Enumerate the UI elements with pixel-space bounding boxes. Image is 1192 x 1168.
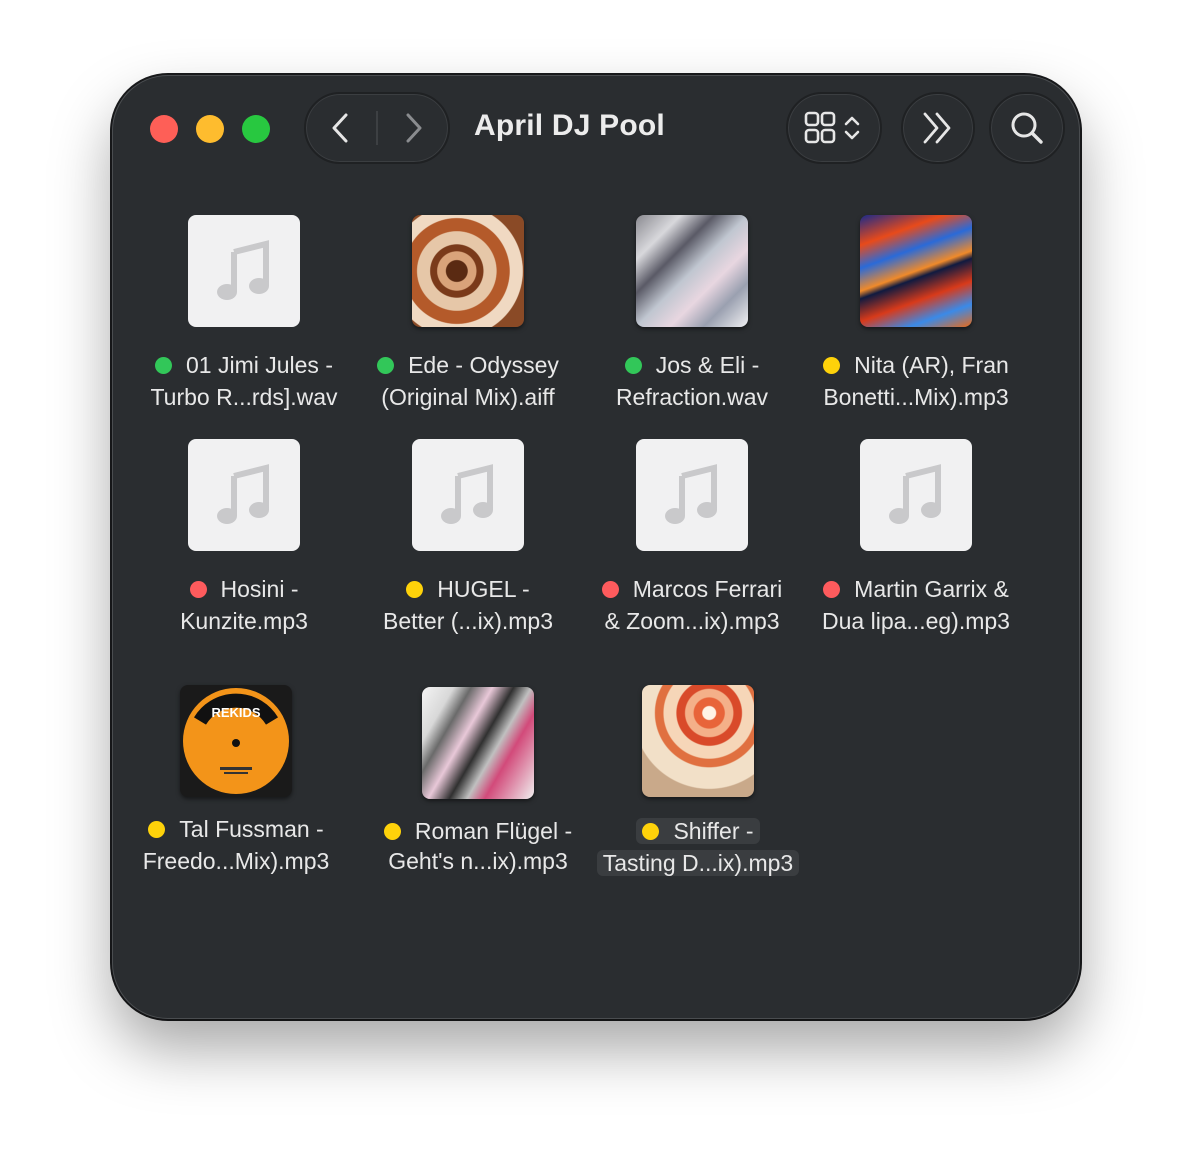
file-name: Jos & Eli - Refraction.wav bbox=[580, 349, 804, 413]
file-name-line1: 01 Jimi Jules - bbox=[186, 352, 333, 378]
file-name: Nita (AR), Fran Bonetti...Mix).mp3 bbox=[804, 349, 1028, 413]
search-button[interactable] bbox=[989, 92, 1065, 164]
file-name: Roman Flügel - Geht's n...ix).mp3 bbox=[366, 815, 590, 875]
file-name-line2: (Original Mix).aiff bbox=[381, 384, 555, 410]
file-name-line1: Shiffer - bbox=[673, 818, 754, 844]
file-name-line1: Tal Fussman - bbox=[179, 816, 324, 842]
red-tag-dot bbox=[823, 581, 841, 598]
red-tag-dot bbox=[189, 581, 207, 598]
file-name: 01 Jimi Jules - Turbo R...rds].wav bbox=[132, 349, 356, 413]
file-item[interactable]: HUGEL - Better (...ix).mp3 bbox=[356, 439, 580, 649]
file-name-line2: Turbo R...rds].wav bbox=[150, 384, 338, 410]
navigation-group bbox=[304, 92, 450, 164]
green-tag-dot bbox=[624, 357, 642, 374]
file-item[interactable]: Ede - Odyssey (Original Mix).aiff bbox=[356, 215, 580, 425]
toolbar: April DJ Pool bbox=[112, 75, 1080, 185]
more-toolbar-items-button[interactable] bbox=[901, 92, 975, 164]
file-name: Tal Fussman - Freedo...Mix).mp3 bbox=[124, 813, 348, 877]
file-name-line1: Ede - Odyssey bbox=[408, 352, 559, 378]
yellow-tag-dot bbox=[406, 581, 424, 598]
file-item[interactable]: Hosini - Kunzite.mp3 bbox=[132, 439, 356, 649]
audio-file-icon bbox=[188, 439, 300, 551]
close-button[interactable] bbox=[150, 115, 178, 143]
album-art-image: REKIDS bbox=[180, 685, 292, 797]
file-name-line2: Geht's n...ix).mp3 bbox=[388, 848, 568, 874]
file-item[interactable]: Jos & Eli - Refraction.wav bbox=[580, 215, 804, 425]
file-name-line1: Nita (AR), Fran bbox=[854, 352, 1009, 378]
file-name-line1: Marcos Ferrari bbox=[632, 576, 783, 602]
file-name-line2: Bonetti...Mix).mp3 bbox=[823, 384, 1009, 410]
minimize-button[interactable] bbox=[196, 115, 224, 143]
search-icon bbox=[1011, 112, 1043, 144]
file-name-line2: Tasting D...ix).mp3 bbox=[596, 850, 800, 876]
double-chevron-right-icon bbox=[923, 112, 951, 144]
album-art-image bbox=[642, 685, 754, 797]
file-name-line2: Better (...ix).mp3 bbox=[383, 608, 553, 634]
yellow-tag-dot bbox=[642, 823, 660, 840]
file-name-line2: Freedo...Mix).mp3 bbox=[142, 848, 330, 874]
music-note-icon bbox=[889, 464, 941, 524]
file-name: Hosini - Kunzite.mp3 bbox=[132, 573, 356, 637]
music-note-icon bbox=[217, 464, 269, 524]
chevron-left-icon bbox=[332, 113, 348, 143]
grid-view-icon bbox=[804, 111, 860, 144]
zoom-button[interactable] bbox=[242, 115, 270, 143]
file-item[interactable]: REKIDS Tal Fussman - Freedo...Mix).mp3 bbox=[124, 683, 348, 893]
vinyl-label-icon: REKIDS bbox=[183, 688, 289, 794]
window-title: April DJ Pool bbox=[474, 109, 665, 142]
album-art-image bbox=[422, 687, 534, 799]
file-name: HUGEL - Better (...ix).mp3 bbox=[356, 573, 580, 637]
audio-file-icon bbox=[636, 439, 748, 551]
album-art-image bbox=[636, 215, 748, 327]
album-art-image bbox=[860, 215, 972, 327]
file-name-line2: Dua lipa...eg).mp3 bbox=[822, 608, 1010, 634]
file-name-line1: Hosini - bbox=[220, 576, 299, 602]
selection-highlight: Shiffer - bbox=[636, 818, 760, 844]
red-tag-dot bbox=[601, 581, 619, 598]
file-item[interactable]: Martin Garrix & Dua lipa...eg).mp3 bbox=[804, 439, 1028, 649]
music-note-icon bbox=[441, 464, 493, 524]
file-name-line1: Roman Flügel - bbox=[414, 818, 573, 844]
chevron-right-icon bbox=[406, 113, 422, 143]
yellow-tag-dot bbox=[823, 357, 841, 374]
back-button[interactable] bbox=[306, 93, 376, 163]
file-name: Ede - Odyssey (Original Mix).aiff bbox=[356, 349, 580, 413]
file-name-line1: HUGEL - bbox=[437, 576, 530, 602]
audio-file-icon bbox=[188, 215, 300, 327]
yellow-tag-dot bbox=[383, 823, 401, 840]
music-note-icon bbox=[217, 240, 269, 300]
file-name-line1: Martin Garrix & bbox=[854, 576, 1009, 602]
file-item[interactable]: Marcos Ferrari & Zoom...ix).mp3 bbox=[580, 439, 804, 649]
file-name-line2: & Zoom...ix).mp3 bbox=[604, 608, 780, 634]
view-options-button[interactable] bbox=[786, 92, 882, 164]
file-item[interactable]: Nita (AR), Fran Bonetti...Mix).mp3 bbox=[804, 215, 1028, 425]
green-tag-dot bbox=[155, 357, 172, 374]
music-note-icon bbox=[665, 464, 717, 524]
file-name-line1: Jos & Eli - bbox=[655, 352, 760, 378]
finder-window: April DJ Pool 01 Jimi Jules - Turbo R...… bbox=[112, 75, 1080, 1019]
file-name: Martin Garrix & Dua lipa...eg).mp3 bbox=[804, 573, 1028, 637]
audio-file-icon bbox=[412, 439, 524, 551]
file-item[interactable]: Shiffer - Tasting D...ix).mp3 bbox=[586, 685, 810, 895]
file-item[interactable]: 01 Jimi Jules - Turbo R...rds].wav bbox=[132, 215, 356, 425]
album-art-image bbox=[412, 215, 524, 327]
file-item[interactable]: Roman Flügel - Geht's n...ix).mp3 bbox=[366, 687, 590, 897]
green-tag-dot bbox=[377, 357, 395, 374]
file-name-line2: Kunzite.mp3 bbox=[180, 608, 308, 634]
file-name-line2: Refraction.wav bbox=[615, 384, 769, 410]
forward-button[interactable] bbox=[378, 93, 448, 163]
vinyl-label-text: REKIDS bbox=[211, 705, 260, 720]
file-name: Marcos Ferrari & Zoom...ix).mp3 bbox=[580, 573, 804, 637]
audio-file-icon bbox=[860, 439, 972, 551]
yellow-tag-dot bbox=[148, 821, 166, 838]
file-name: Shiffer - Tasting D...ix).mp3 bbox=[586, 815, 810, 879]
